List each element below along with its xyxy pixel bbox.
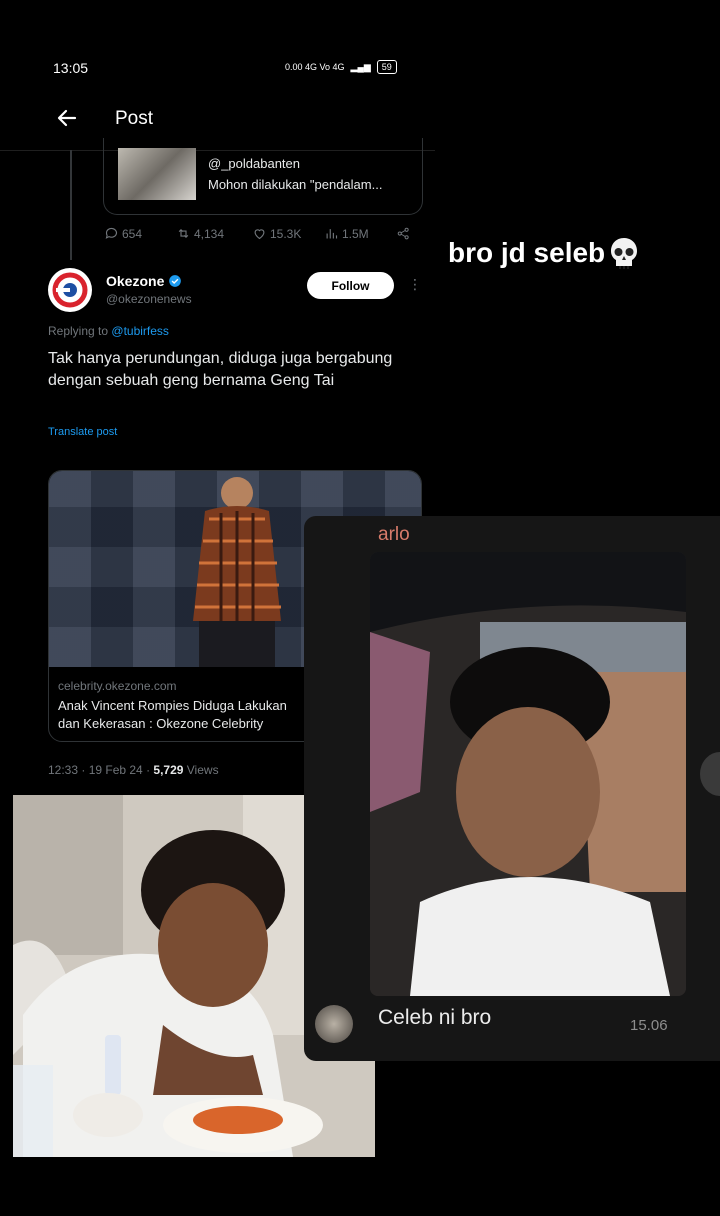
- analytics-icon: [326, 229, 338, 239]
- chat-message-text: Celeb ni bro: [378, 1006, 492, 1029]
- retweet-count: 4,134: [194, 226, 225, 241]
- status-icons: 0.00 4G Vo 4G ▂▄▆ 59: [285, 60, 397, 74]
- tweet-views-label: Views: [183, 763, 219, 777]
- like-count: 15.3K: [270, 226, 302, 241]
- replying-to-link[interactable]: @tubirfess: [111, 324, 169, 338]
- chat-video-message[interactable]: [370, 552, 686, 996]
- signal-icon: ▂▄▆: [350, 61, 371, 72]
- author-handle[interactable]: @okezonenews: [106, 292, 192, 306]
- like-button[interactable]: 15.3K: [252, 226, 301, 241]
- chat-avatar[interactable]: [315, 1005, 353, 1043]
- okezone-logo: [52, 272, 88, 308]
- tweet-views-count: 5,729: [153, 763, 184, 777]
- quoted-tweet-card[interactable]: @_poldabanten Mohon dilakukan "pendalam.…: [103, 138, 423, 215]
- share-button[interactable]: [396, 226, 411, 241]
- caption-text: bro jd seleb: [448, 237, 606, 268]
- retweet-icon: [178, 228, 189, 239]
- status-bar: 13:05 0.00 4G Vo 4G ▂▄▆ 59: [0, 0, 720, 100]
- views-button[interactable]: 1.5M: [324, 226, 369, 241]
- quoted-tweet-thumbnail: [118, 148, 196, 200]
- link-domain: celebrity.okezone.com: [58, 679, 177, 693]
- heart-icon: [254, 229, 265, 240]
- replying-prefix: Replying to: [48, 324, 109, 338]
- chat-video-illustration: [370, 552, 686, 996]
- thread-line: [70, 150, 72, 260]
- quoted-tweet-handle: @_poldabanten: [208, 156, 300, 171]
- replying-to: Replying to @tubirfess: [48, 324, 169, 338]
- tweet-meta: 12:33 · 19 Feb 24 · 5,729 Views: [48, 763, 219, 777]
- status-time: 13:05: [53, 60, 89, 76]
- chat-sender-name: arlo: [378, 524, 410, 545]
- retweet-button[interactable]: 4,134: [176, 226, 224, 241]
- follow-button[interactable]: Follow: [307, 272, 394, 299]
- author-name[interactable]: Okezone: [106, 273, 182, 289]
- tweet-text: Tak hanya perundungan, diduga juga berga…: [48, 350, 393, 389]
- share-icon: [397, 227, 409, 240]
- battery-icon: 59: [376, 60, 397, 74]
- person-photo: [193, 477, 281, 667]
- skull-emoji-icon: [611, 238, 638, 269]
- reply-button[interactable]: 654: [104, 226, 142, 241]
- author-name-text: Okezone: [106, 273, 165, 289]
- more-options-icon[interactable]: ⋮: [408, 276, 422, 293]
- quoted-tweet-text: Mohon dilakukan "pendalam...: [208, 177, 383, 192]
- page-title: Post: [115, 108, 154, 129]
- network-indicator: 0.00 4G Vo 4G: [285, 62, 345, 72]
- tweet-actions: 654 4,134 15.3K 1.5M: [104, 226, 419, 246]
- reply-icon: [105, 227, 118, 239]
- verified-badge-icon: [169, 275, 182, 287]
- reply-count: 654: [122, 226, 143, 241]
- translate-post-link[interactable]: Translate post: [48, 426, 117, 438]
- back-arrow-icon[interactable]: [55, 106, 79, 130]
- story-caption: bro jd seleb: [448, 236, 639, 270]
- author-avatar[interactable]: [48, 268, 92, 312]
- tweet-timestamp: 12:33 · 19 Feb 24 ·: [48, 763, 154, 777]
- chat-message-time: 15.06: [630, 1017, 668, 1034]
- views-count: 1.5M: [342, 226, 369, 241]
